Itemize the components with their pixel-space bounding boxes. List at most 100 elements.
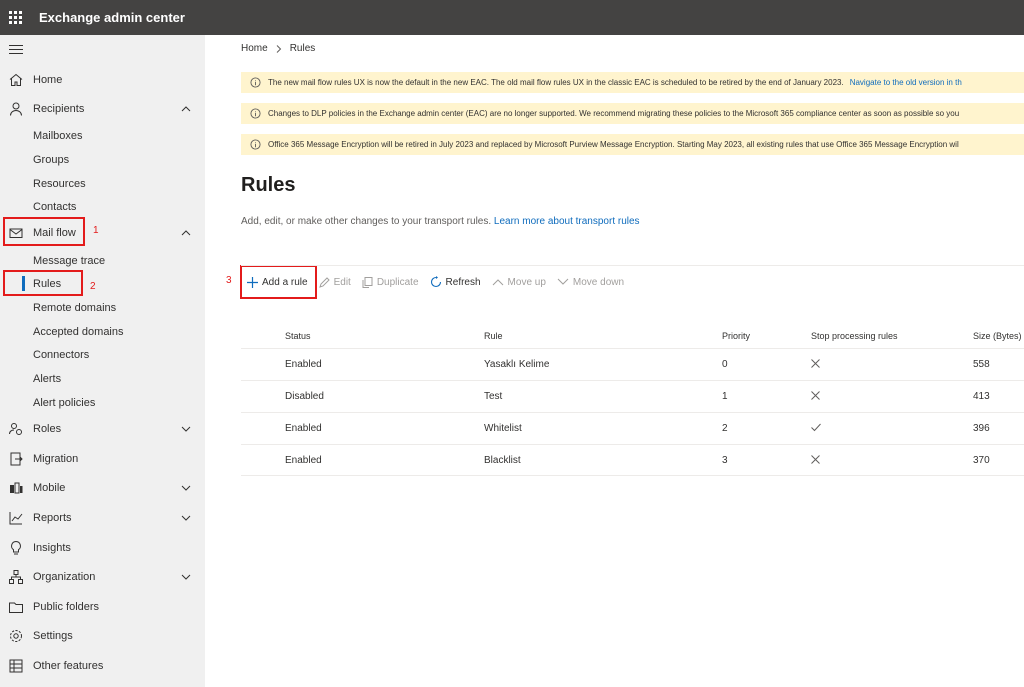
sidebar-item-public-folders[interactable]: Public folders: [0, 595, 205, 619]
refresh-button[interactable]: Refresh: [430, 272, 481, 292]
sidebar-subitem-connectors[interactable]: Connectors: [33, 345, 89, 365]
pencil-icon: [318, 276, 330, 288]
info-icon: [250, 77, 261, 88]
edit-label: Edit: [333, 276, 351, 288]
cell-priority: 0: [722, 359, 728, 370]
page-title: Rules: [241, 174, 296, 196]
chevron-down-icon[interactable]: [180, 482, 192, 494]
add-rule-label: Add a rule: [262, 276, 308, 288]
divider: [241, 475, 1024, 476]
move-up-button[interactable]: Move up: [492, 272, 546, 292]
table-row[interactable]: Disabled Test 1 413: [241, 380, 1024, 412]
table-header: Status Rule Priority Stop processing rul…: [241, 325, 1024, 347]
chevron-down-icon: [557, 278, 569, 285]
sidebar-subitem-groups[interactable]: Groups: [33, 150, 69, 170]
sidebar-item-label: Migration: [33, 453, 79, 465]
sidebar-item-label: Insights: [33, 542, 71, 554]
move-down-button[interactable]: Move down: [557, 272, 624, 292]
breadcrumb-current: Rules: [289, 43, 316, 54]
sidebar-subitem-accepted-domains[interactable]: Accepted domains: [33, 322, 124, 342]
sidebar-subitem-alert-policies[interactable]: Alert policies: [33, 393, 95, 413]
cell-rule: Test: [484, 391, 503, 402]
x-icon: [811, 359, 820, 368]
sidebar-item-settings[interactable]: Settings: [0, 624, 205, 648]
duplicate-button[interactable]: Duplicate: [362, 272, 419, 292]
banner-text: Office 365 Message Encryption will be re…: [268, 140, 959, 149]
sidebar-subitem-remote-domains[interactable]: Remote domains: [33, 298, 116, 318]
chevron-down-icon[interactable]: [180, 512, 192, 524]
banner-text: The new mail flow rules UX is now the de…: [268, 78, 844, 87]
edit-button[interactable]: Edit: [318, 272, 351, 292]
command-bar: Add a rule Edit Duplicate Refresh Move u…: [241, 272, 635, 292]
learn-more-link[interactable]: Learn more about transport rules: [494, 216, 640, 227]
sidebar: Home Recipients Mailboxes Groups Resourc…: [0, 35, 205, 687]
roles-icon: [9, 423, 22, 435]
cell-status: Enabled: [285, 423, 322, 434]
chevron-up-icon: [492, 279, 503, 286]
home-icon: [9, 73, 23, 86]
app-launcher-icon[interactable]: [0, 0, 30, 35]
sidebar-item-migration[interactable]: Migration: [0, 447, 205, 471]
sidebar-item-reports[interactable]: Reports: [0, 506, 205, 530]
table-row[interactable]: Enabled Whitelist 2 396: [241, 412, 1024, 444]
folder-icon: [9, 602, 23, 613]
info-icon: [250, 139, 261, 150]
main-content: Home Rules The new mail flow rules UX is…: [205, 35, 1024, 687]
mobile-icon: [10, 482, 23, 494]
hamburger-icon[interactable]: [9, 45, 23, 55]
refresh-icon: [430, 276, 441, 288]
annotation-number: 1: [93, 225, 99, 236]
breadcrumb-home[interactable]: Home: [241, 43, 268, 54]
sidebar-subitem-alerts[interactable]: Alerts: [33, 369, 61, 389]
breadcrumb: Home Rules: [241, 43, 315, 54]
table-row[interactable]: Enabled Yasaklı Kelime 0 558: [241, 348, 1024, 380]
sidebar-item-label: Reports: [33, 512, 72, 524]
plus-icon: [247, 276, 258, 288]
cell-size: 413: [973, 391, 990, 402]
info-banner: Changes to DLP policies in the Exchange …: [241, 103, 1024, 124]
move-down-label: Move down: [572, 276, 625, 288]
annotation-box-rules: [3, 270, 83, 296]
sidebar-item-home[interactable]: Home: [0, 68, 205, 92]
annotation-number: 2: [90, 281, 96, 292]
sidebar-item-recipients[interactable]: Recipients: [0, 97, 205, 121]
grid-icon: [9, 659, 23, 673]
info-banner: Office 365 Message Encryption will be re…: [241, 134, 1024, 155]
page-description: Add, edit, or make other changes to your…: [241, 216, 640, 227]
duplicate-label: Duplicate: [376, 276, 419, 288]
sidebar-item-label: Recipients: [33, 103, 85, 115]
sidebar-item-organization[interactable]: Organization: [0, 565, 205, 589]
sidebar-item-label: Mobile: [33, 482, 66, 494]
refresh-label: Refresh: [445, 276, 481, 288]
chevron-up-icon[interactable]: [180, 103, 192, 115]
sidebar-subitem-contacts[interactable]: Contacts: [33, 197, 76, 217]
sidebar-item-label: Other features: [33, 660, 104, 672]
description-text: Add, edit, or make other changes to your…: [241, 216, 492, 227]
cell-priority: 1: [722, 391, 728, 402]
sidebar-item-mobile[interactable]: Mobile: [0, 476, 205, 500]
sidebar-subitem-message-trace[interactable]: Message trace: [33, 251, 105, 271]
app-title: Exchange admin center: [39, 10, 185, 25]
sidebar-subitem-mailboxes[interactable]: Mailboxes: [33, 126, 83, 146]
sidebar-item-insights[interactable]: Insights: [0, 536, 205, 560]
info-icon: [250, 108, 261, 119]
sidebar-item-roles[interactable]: Roles: [0, 417, 205, 441]
sidebar-subitem-resources[interactable]: Resources: [33, 174, 86, 194]
organization-icon: [9, 570, 23, 584]
sidebar-item-label: Organization: [33, 571, 96, 583]
sidebar-item-label: Roles: [33, 423, 62, 435]
chart-icon: [9, 512, 23, 525]
sidebar-item-label: Public folders: [33, 601, 100, 613]
cell-priority: 3: [722, 455, 728, 466]
sidebar-item-label: Settings: [33, 630, 73, 642]
add-rule-button[interactable]: Add a rule: [247, 272, 308, 292]
move-up-label: Move up: [507, 276, 546, 288]
info-banner: The new mail flow rules UX is now the de…: [241, 72, 1024, 93]
cell-rule: Blacklist: [484, 455, 521, 466]
chevron-down-icon[interactable]: [180, 423, 192, 435]
banner-link[interactable]: Navigate to the old version in th: [850, 78, 962, 87]
sidebar-item-other-features[interactable]: Other features: [0, 654, 205, 678]
chevron-up-icon[interactable]: [180, 227, 192, 239]
table-row[interactable]: Enabled Blacklist 3 370: [241, 444, 1024, 476]
chevron-down-icon[interactable]: [180, 571, 192, 583]
